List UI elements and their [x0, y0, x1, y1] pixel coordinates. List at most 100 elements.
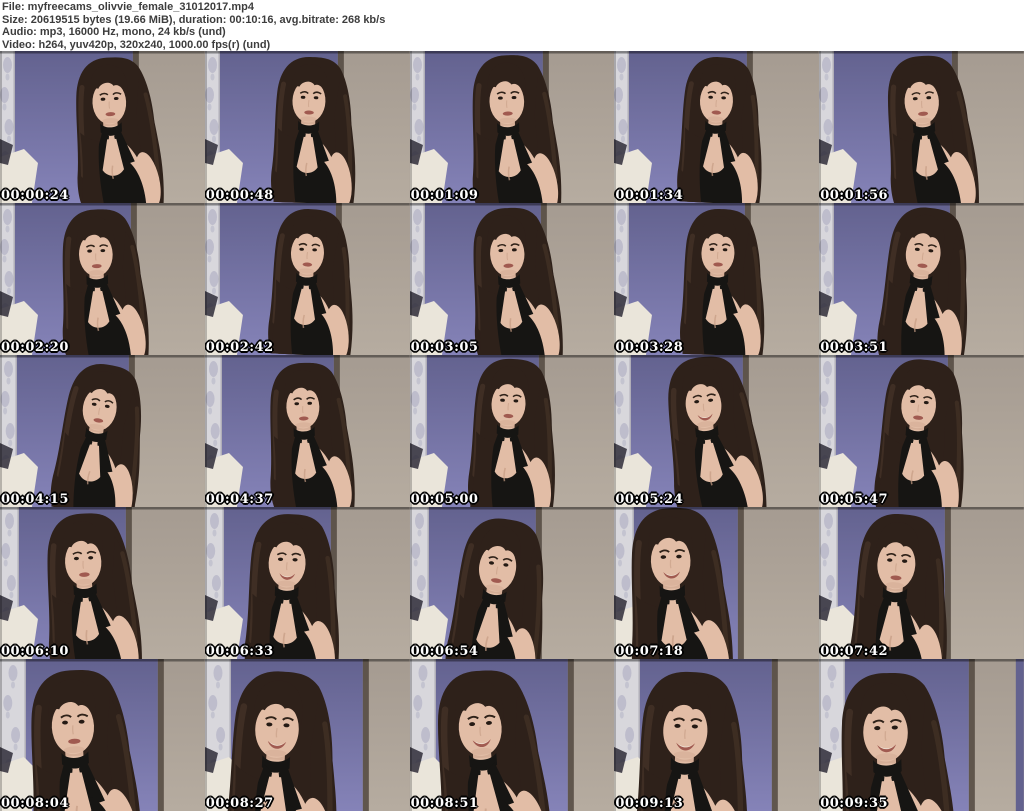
thumbnail-image	[819, 355, 1024, 507]
timestamp-overlay: 00:05:47	[820, 492, 889, 507]
frame-left-edge	[204, 355, 207, 507]
frame-left-edge	[614, 203, 617, 355]
timestamp-overlay: 00:00:24	[1, 188, 69, 203]
timestamp-overlay: 00:01:34	[615, 188, 684, 203]
frame-left-edge	[409, 659, 412, 811]
frame-top-edge	[819, 507, 1024, 510]
video-thumbnail: 00:00:24	[0, 51, 205, 203]
thumbnail-image	[0, 51, 205, 203]
purple-wall-edge	[1016, 659, 1024, 811]
wall-seam	[738, 507, 745, 659]
thumbnail-image	[0, 203, 205, 355]
thumbnail-image	[614, 203, 820, 355]
wall-seam	[362, 659, 369, 811]
timestamp-overlay: 00:06:33	[205, 644, 274, 659]
video-thumbnail: 00:02:42	[204, 203, 410, 355]
timestamp-overlay: 00:08:51	[410, 796, 479, 811]
wall-seam	[772, 659, 779, 811]
thumbnail-image	[819, 507, 1024, 659]
frame-top-edge	[409, 203, 615, 206]
video-thumbnail: 00:00:48	[204, 51, 410, 203]
timestamp-overlay: 00:04:15	[1, 492, 69, 507]
frame-top-edge	[614, 507, 820, 510]
frame-left-edge	[819, 659, 822, 811]
frame-left-edge	[409, 203, 412, 355]
file-info-file: File: myfreecams_olivvie_female_31012017…	[2, 1, 254, 13]
timestamp-overlay: 00:05:00	[410, 492, 479, 507]
video-thumbnail: 00:06:10	[0, 507, 205, 659]
frame-left-edge	[204, 203, 207, 355]
video-thumbnail: 00:04:15	[0, 355, 205, 507]
video-thumbnail: 00:01:09	[409, 51, 615, 203]
frame-top-edge	[409, 51, 615, 54]
timestamp-overlay: 00:01:09	[410, 188, 479, 203]
video-thumbnail: 00:07:42	[819, 507, 1024, 659]
wall-seam	[969, 659, 976, 811]
thumbnail-image	[409, 51, 615, 203]
frame-left-edge	[614, 659, 617, 811]
thumbnail-image	[409, 355, 615, 507]
frame-left-edge	[409, 51, 412, 203]
timestamp-overlay: 00:08:04	[1, 796, 69, 811]
frame-top-edge	[819, 659, 1024, 662]
video-thumbnail: 00:08:04	[0, 659, 205, 811]
frame-left-edge	[614, 51, 617, 203]
frame-top-edge	[819, 51, 1024, 54]
timestamp-overlay: 00:09:13	[615, 796, 684, 811]
file-info-audio: Audio: mp3, 16000 Hz, mono, 24 kb/s (und…	[2, 26, 226, 38]
thumbnail-image	[409, 659, 615, 811]
wall-seam	[157, 659, 164, 811]
thumbnail-image	[204, 51, 410, 203]
frame-top-edge	[0, 203, 205, 206]
thumbnail-image	[204, 203, 410, 355]
frame-top-edge	[204, 203, 410, 206]
thumbnail-image	[819, 51, 1024, 203]
thumbnail-image	[0, 355, 205, 507]
video-thumbnail: 00:09:35	[819, 659, 1024, 811]
timestamp-overlay: 00:07:18	[615, 644, 684, 659]
thumbnail-image	[614, 51, 820, 203]
timestamp-overlay: 00:05:24	[615, 492, 684, 507]
frame-left-edge	[0, 51, 2, 203]
video-thumbnail: 00:08:27	[204, 659, 410, 811]
timestamp-overlay: 00:06:10	[1, 644, 69, 659]
frame-top-edge	[204, 659, 410, 662]
video-thumbnail: 00:03:28	[614, 203, 820, 355]
wall-seam	[567, 659, 574, 811]
frame-left-edge	[819, 507, 822, 659]
video-thumbnail: 00:04:37	[204, 355, 410, 507]
frame-top-edge	[409, 355, 615, 358]
frame-left-edge	[819, 51, 822, 203]
frame-left-edge	[0, 659, 2, 811]
contact-sheet: File: myfreecams_olivvie_female_31012017…	[0, 0, 1024, 811]
frame-left-edge	[409, 507, 412, 659]
timestamp-overlay: 00:06:54	[410, 644, 479, 659]
frame-left-edge	[204, 507, 207, 659]
timestamp-overlay: 00:09:35	[820, 796, 889, 811]
thumbnail-image	[614, 507, 820, 659]
frame-top-edge	[614, 355, 820, 358]
frame-top-edge	[0, 355, 205, 358]
video-thumbnail: 00:08:51	[409, 659, 615, 811]
timestamp-overlay: 00:02:20	[1, 340, 69, 355]
frame-top-edge	[409, 507, 615, 510]
frame-left-edge	[204, 659, 207, 811]
frame-left-edge	[204, 51, 207, 203]
thumbnail-image	[819, 203, 1024, 355]
frame-left-edge	[0, 203, 2, 355]
thumbnail-image	[204, 507, 410, 659]
thumbnail-image	[409, 203, 615, 355]
video-thumbnail: 00:03:51	[819, 203, 1024, 355]
timestamp-overlay: 00:00:48	[205, 188, 274, 203]
frame-top-edge	[204, 507, 410, 510]
thumbnail-grid: 00:00:24 00:00:48 00:01:09 00:01:34 00:01:56…	[0, 51, 1024, 811]
frame-top-edge	[819, 355, 1024, 358]
video-thumbnail: 00:05:00	[409, 355, 615, 507]
file-info-video: Video: h264, yuv420p, 320x240, 1000.00 f…	[2, 38, 271, 51]
frame-top-edge	[614, 51, 820, 54]
video-thumbnail: 00:07:18	[614, 507, 820, 659]
frame-left-edge	[0, 355, 2, 507]
frame-top-edge	[614, 203, 820, 206]
frame-top-edge	[204, 355, 410, 358]
frame-left-edge	[819, 203, 822, 355]
